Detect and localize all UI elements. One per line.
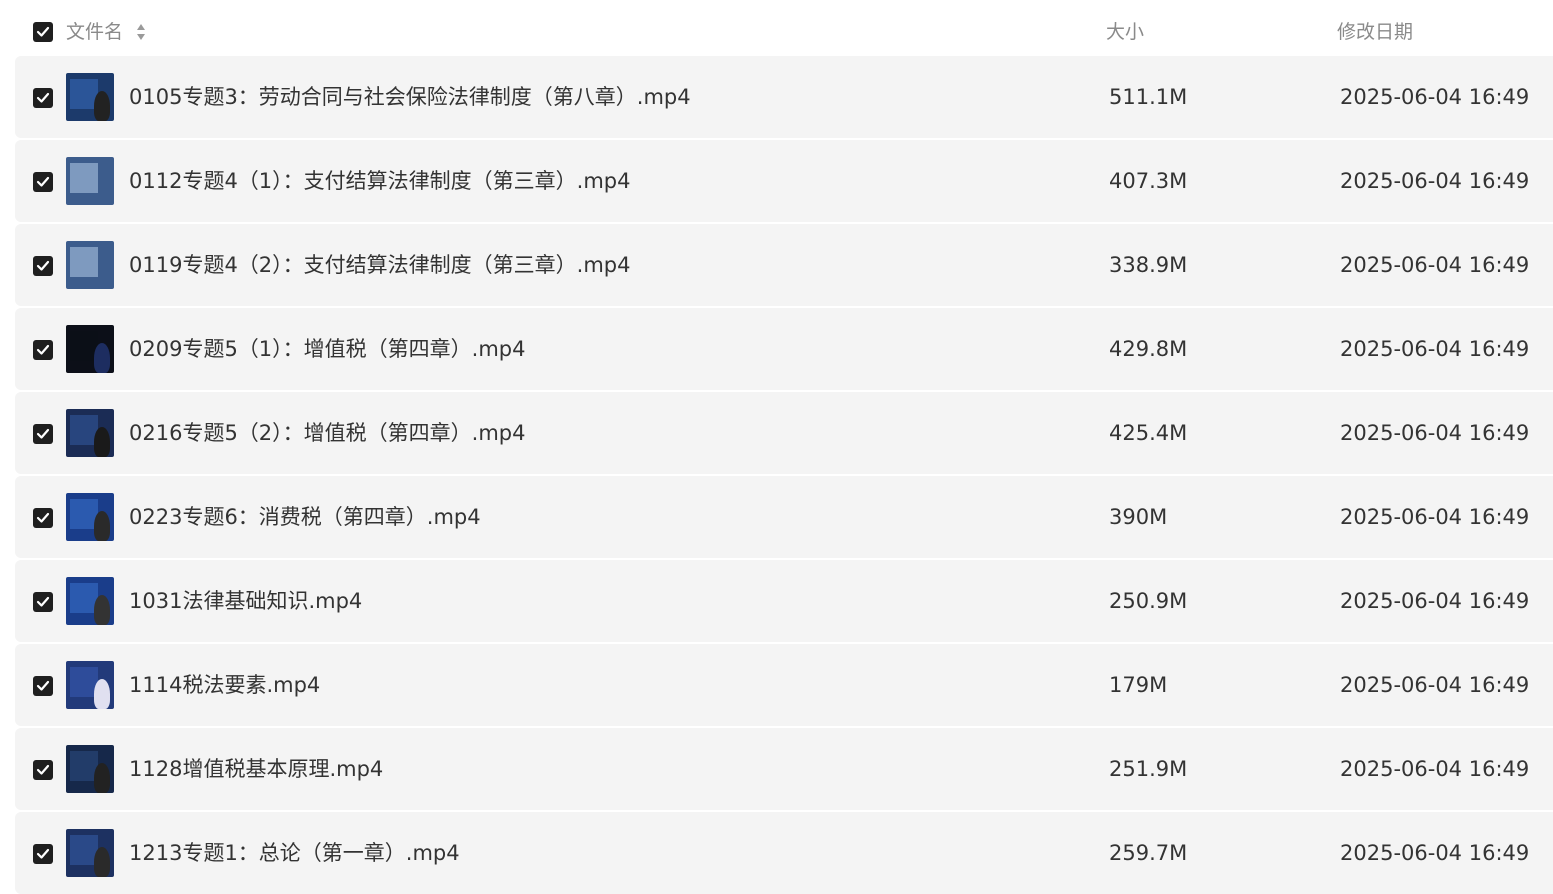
- file-name[interactable]: 1114税法要素.mp4: [129, 671, 320, 699]
- video-thumbnail[interactable]: [66, 325, 114, 373]
- row-checkbox[interactable]: [33, 172, 53, 192]
- row-checkbox[interactable]: [33, 424, 53, 444]
- file-name[interactable]: 0119专题4（2）：支付结算法律制度（第三章）.mp4: [129, 251, 631, 279]
- checkmark-icon: [36, 680, 50, 691]
- column-header-size[interactable]: 大小: [1106, 18, 1144, 46]
- video-thumbnail[interactable]: [66, 241, 114, 289]
- video-thumbnail[interactable]: [66, 745, 114, 793]
- file-size: 259.7M: [1109, 841, 1188, 865]
- checkmark-icon: [36, 596, 50, 607]
- video-thumbnail[interactable]: [66, 409, 114, 457]
- file-row[interactable]: 1213专题1：总论（第一章）.mp4 259.7M 2025-06-04 16:4…: [15, 812, 1553, 894]
- video-thumbnail[interactable]: [66, 661, 114, 709]
- checkmark-icon: [36, 344, 50, 355]
- file-size: 251.9M: [1109, 757, 1188, 781]
- row-checkbox[interactable]: [33, 256, 53, 276]
- video-thumbnail[interactable]: [66, 73, 114, 121]
- file-row[interactable]: 0216专题5（2）：增值税（第四章）.mp4 425.4M 2025-06-04 …: [15, 392, 1553, 474]
- file-size: 390M: [1109, 505, 1168, 529]
- file-size: 425.4M: [1109, 421, 1188, 445]
- checkmark-icon: [36, 428, 50, 439]
- file-name[interactable]: 1128增值税基本原理.mp4: [129, 755, 383, 783]
- file-row[interactable]: 0119专题4（2）：支付结算法律制度（第三章）.mp4 338.9M 2025-0…: [15, 224, 1553, 306]
- file-date: 2025-06-04 16:49: [1340, 673, 1530, 697]
- video-thumbnail[interactable]: [66, 829, 114, 877]
- file-list-header: 文件名 大小 修改日期: [0, 0, 1553, 60]
- video-thumbnail[interactable]: [66, 493, 114, 541]
- row-checkbox[interactable]: [33, 508, 53, 528]
- file-row[interactable]: 1114税法要素.mp4 179M 2025-06-04 16:49: [15, 644, 1553, 726]
- file-date: 2025-06-04 16:49: [1340, 757, 1530, 781]
- file-name[interactable]: 0223专题6：消费税（第四章）.mp4: [129, 503, 481, 531]
- file-date: 2025-06-04 16:49: [1340, 841, 1530, 865]
- row-checkbox[interactable]: [33, 88, 53, 108]
- checkmark-icon: [36, 764, 50, 775]
- video-thumbnail[interactable]: [66, 577, 114, 625]
- file-size: 250.9M: [1109, 589, 1188, 613]
- file-size: 179M: [1109, 673, 1168, 697]
- row-checkbox[interactable]: [33, 340, 53, 360]
- checkmark-icon: [36, 92, 50, 103]
- file-row[interactable]: 0105专题3：劳动合同与社会保险法律制度（第八章）.mp4 511.1M 2025…: [15, 56, 1553, 138]
- file-size: 338.9M: [1109, 253, 1188, 277]
- file-date: 2025-06-04 16:49: [1340, 337, 1530, 361]
- file-row[interactable]: 0209专题5（1）：增值税（第四章）.mp4 429.8M 2025-06-04 …: [15, 308, 1553, 390]
- file-row[interactable]: 1128增值税基本原理.mp4 251.9M 2025-06-04 16:49: [15, 728, 1553, 810]
- file-size: 429.8M: [1109, 337, 1188, 361]
- row-checkbox[interactable]: [33, 760, 53, 780]
- video-thumbnail[interactable]: [66, 157, 114, 205]
- file-date: 2025-06-04 16:49: [1340, 253, 1530, 277]
- file-row[interactable]: 0112专题4（1）：支付结算法律制度（第三章）.mp4 407.3M 2025-0…: [15, 140, 1553, 222]
- checkmark-icon: [36, 512, 50, 523]
- file-date: 2025-06-04 16:49: [1340, 505, 1530, 529]
- file-name[interactable]: 0105专题3：劳动合同与社会保险法律制度（第八章）.mp4: [129, 83, 691, 111]
- file-name[interactable]: 0209专题5（1）：增值税（第四章）.mp4: [129, 335, 526, 363]
- checkmark-icon: [36, 176, 50, 187]
- file-size: 407.3M: [1109, 169, 1188, 193]
- row-checkbox[interactable]: [33, 844, 53, 864]
- file-name[interactable]: 0216专题5（2）：增值税（第四章）.mp4: [129, 419, 526, 447]
- file-row[interactable]: 0223专题6：消费税（第四章）.mp4 390M 2025-06-04 16:49: [15, 476, 1553, 558]
- column-header-name[interactable]: 文件名: [66, 18, 123, 46]
- checkmark-icon: [36, 260, 50, 271]
- file-name[interactable]: 1031法律基础知识.mp4: [129, 587, 362, 615]
- file-date: 2025-06-04 16:49: [1340, 589, 1530, 613]
- sort-icon[interactable]: [136, 23, 146, 41]
- file-date: 2025-06-04 16:49: [1340, 421, 1530, 445]
- select-all-checkbox[interactable]: [33, 22, 53, 42]
- file-name[interactable]: 1213专题1：总论（第一章）.mp4: [129, 839, 460, 867]
- file-date: 2025-06-04 16:49: [1340, 85, 1530, 109]
- file-date: 2025-06-04 16:49: [1340, 169, 1530, 193]
- file-name[interactable]: 0112专题4（1）：支付结算法律制度（第三章）.mp4: [129, 167, 631, 195]
- file-size: 511.1M: [1109, 85, 1188, 109]
- row-checkbox[interactable]: [33, 676, 53, 696]
- checkmark-icon: [36, 848, 50, 859]
- file-row[interactable]: 1031法律基础知识.mp4 250.9M 2025-06-04 16:49: [15, 560, 1553, 642]
- row-checkbox[interactable]: [33, 592, 53, 612]
- column-header-date[interactable]: 修改日期: [1337, 18, 1413, 46]
- checkmark-icon: [36, 26, 50, 37]
